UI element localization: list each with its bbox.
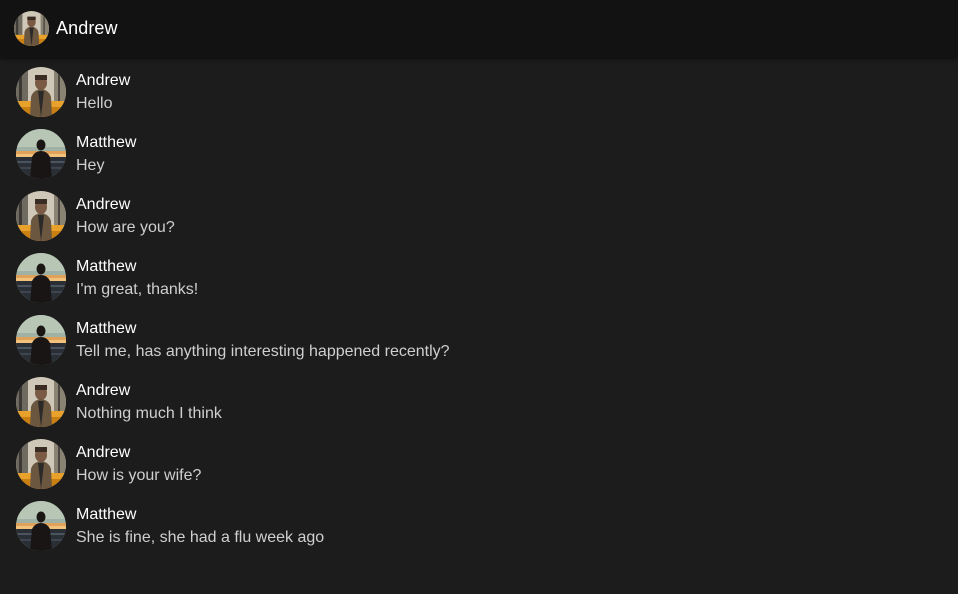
matthew-avatar-icon[interactable] (16, 501, 66, 551)
andrew-avatar-icon[interactable] (16, 191, 66, 241)
chat-title: Andrew (56, 18, 118, 38)
message-text: Nothing much I think (76, 405, 222, 422)
message-author: Matthew (76, 134, 137, 151)
message-text: Hello (76, 95, 113, 112)
message-text: How is your wife? (76, 467, 202, 484)
andrew-avatar-icon[interactable] (16, 67, 66, 117)
message-author: Matthew (76, 258, 137, 275)
message-item: Andrew How are you? (16, 191, 916, 241)
message-text: I'm great, thanks! (76, 281, 199, 298)
message-item: Andrew Nothing much I think (16, 377, 916, 427)
message-author: Andrew (76, 72, 131, 89)
andrew-avatar-icon[interactable] (14, 11, 49, 46)
message-author: Andrew (76, 382, 131, 399)
message-item: Andrew How is your wife? (16, 439, 916, 489)
message-item: Matthew Hey (16, 129, 916, 179)
message-item: Matthew She is fine, she had a flu week … (16, 501, 916, 551)
chat-header: Andrew (0, 0, 958, 57)
message-author: Andrew (76, 196, 131, 213)
message-author: Matthew (76, 320, 137, 337)
matthew-avatar-icon[interactable] (16, 253, 66, 303)
message-author: Matthew (76, 506, 137, 523)
matthew-avatar-icon[interactable] (16, 315, 66, 365)
matthew-avatar-icon[interactable] (16, 129, 66, 179)
message-list[interactable]: Andrew Hello Matthew Hey Andrew How are … (0, 57, 958, 594)
message-item: Matthew Tell me, has anything interestin… (16, 315, 916, 365)
message-item: Andrew Hello (16, 67, 916, 117)
message-author: Andrew (76, 444, 131, 461)
message-item: Matthew I'm great, thanks! (16, 253, 916, 303)
message-text: How are you? (76, 219, 175, 236)
message-text: Hey (76, 157, 105, 174)
message-text: Tell me, has anything interesting happen… (76, 343, 450, 360)
message-text: She is fine, she had a flu week ago (76, 529, 325, 546)
andrew-avatar-icon[interactable] (16, 377, 66, 427)
andrew-avatar-icon[interactable] (16, 439, 66, 489)
